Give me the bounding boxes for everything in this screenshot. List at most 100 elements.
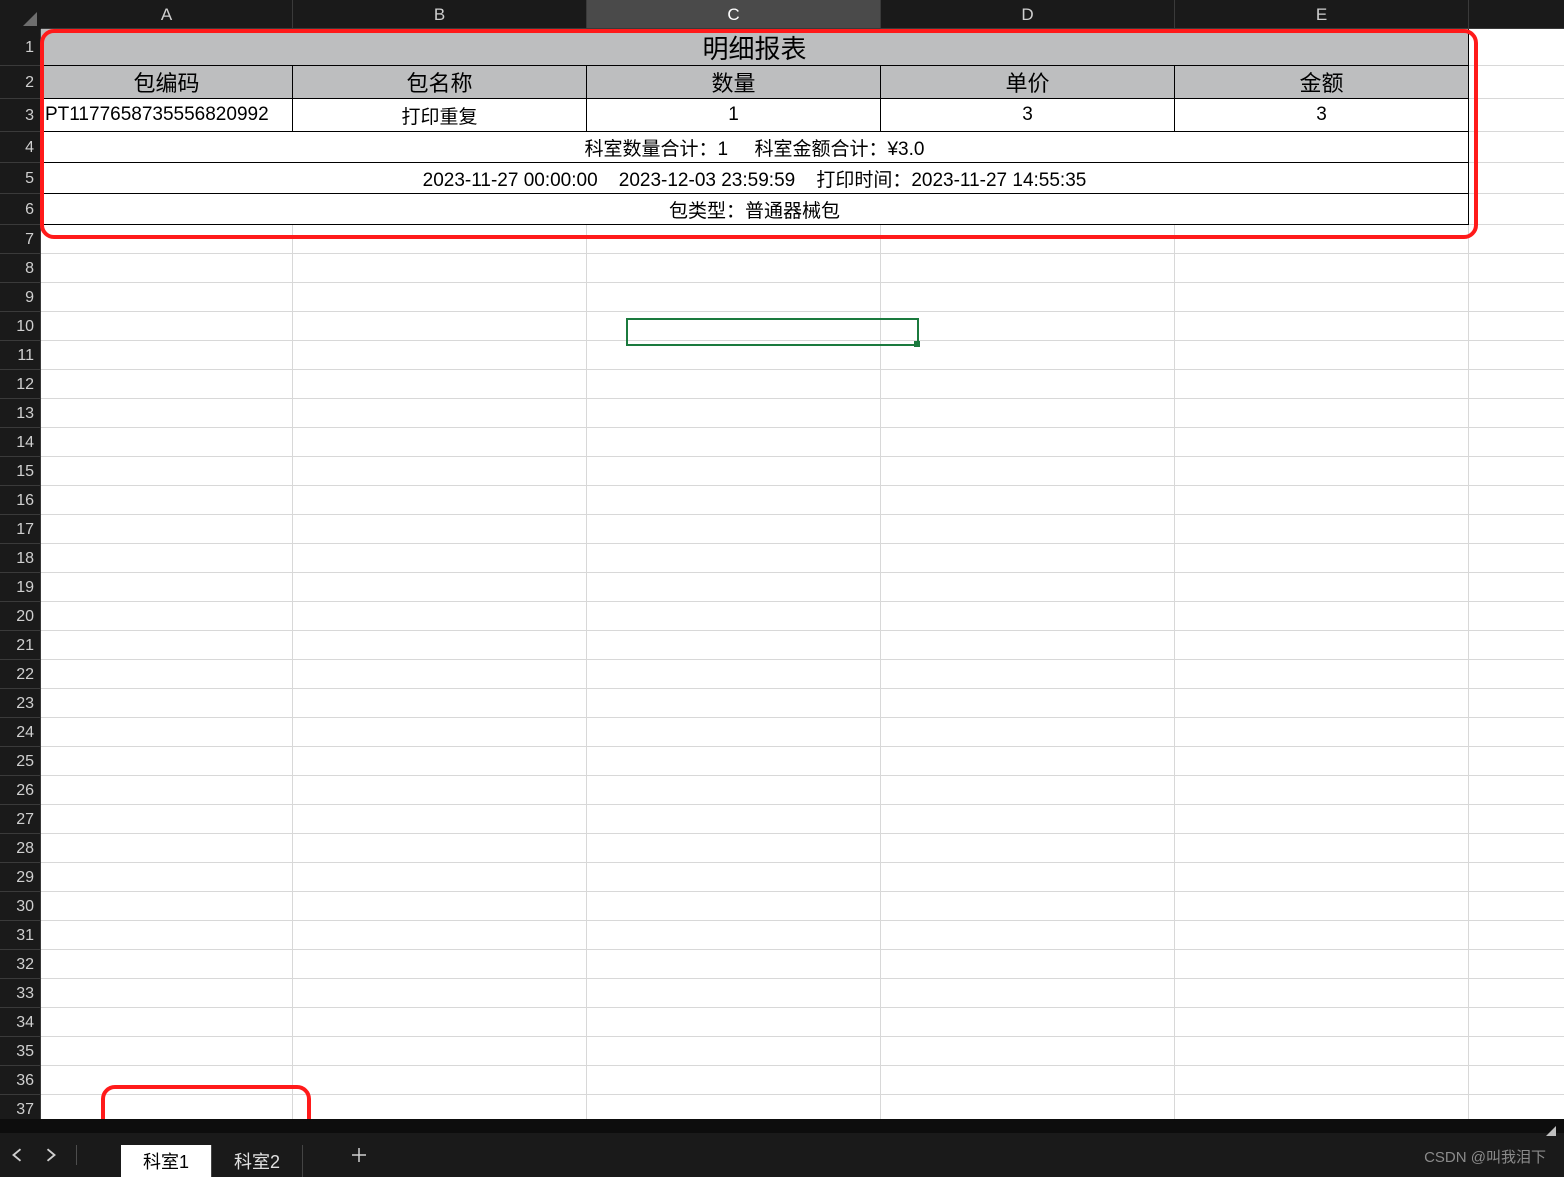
cell-E17[interactable] [1175,515,1469,544]
row-header-4[interactable]: 4 [0,132,41,163]
sheet-tab-2[interactable]: 科室2 [212,1145,303,1177]
cell-rest-13[interactable] [1469,399,1564,428]
cell-B12[interactable] [293,370,587,399]
cell-rest-34[interactable] [1469,1008,1564,1037]
cell-E33[interactable] [1175,979,1469,1008]
row-header-21[interactable]: 21 [0,631,41,660]
cell-rest-25[interactable] [1469,747,1564,776]
row-header-2[interactable]: 2 [0,66,41,99]
row-header-33[interactable]: 33 [0,979,41,1008]
cell-E12[interactable] [1175,370,1469,399]
cell-E15[interactable] [1175,457,1469,486]
cell-E27[interactable] [1175,805,1469,834]
cell-rest-24[interactable] [1469,718,1564,747]
cell-E8[interactable] [1175,254,1469,283]
cell-A33[interactable] [41,979,293,1008]
cell-D17[interactable] [881,515,1175,544]
cell-D20[interactable] [881,602,1175,631]
header-包名称[interactable]: 包名称 [293,66,587,99]
cell-E28[interactable] [1175,834,1469,863]
row-header-6[interactable]: 6 [0,194,41,225]
cell-E7[interactable] [1175,225,1469,254]
cell-empty[interactable] [1469,194,1564,225]
cell-A7[interactable] [41,225,293,254]
cell-empty[interactable] [1469,66,1564,99]
cell-E20[interactable] [1175,602,1469,631]
cell-E18[interactable] [1175,544,1469,573]
cell-C36[interactable] [587,1066,881,1095]
row-header-9[interactable]: 9 [0,283,41,312]
cell-D26[interactable] [881,776,1175,805]
cell-rest-18[interactable] [1469,544,1564,573]
cell-C14[interactable] [587,428,881,457]
cell-C12[interactable] [587,370,881,399]
tab-nav-prev[interactable] [0,1133,34,1177]
cell-rest-16[interactable] [1469,486,1564,515]
cell-D21[interactable] [881,631,1175,660]
cell-price[interactable]: 3 [881,99,1175,132]
row-header-7[interactable]: 7 [0,225,41,254]
col-header-C[interactable]: C [587,0,881,29]
cell-D8[interactable] [881,254,1175,283]
row-header-8[interactable]: 8 [0,254,41,283]
cell-E19[interactable] [1175,573,1469,602]
cell-rest-14[interactable] [1469,428,1564,457]
select-all-corner[interactable] [0,0,41,29]
cell-E35[interactable] [1175,1037,1469,1066]
cell-B20[interactable] [293,602,587,631]
cell-E29[interactable] [1175,863,1469,892]
cell-rest-17[interactable] [1469,515,1564,544]
tab-nav-next[interactable] [34,1133,68,1177]
cell-C17[interactable] [587,515,881,544]
add-sheet-button[interactable] [339,1139,379,1171]
row-header-32[interactable]: 32 [0,950,41,979]
cell-D27[interactable] [881,805,1175,834]
cell-E10[interactable] [1175,312,1469,341]
cell-C19[interactable] [587,573,881,602]
cell-C31[interactable] [587,921,881,950]
cell-D13[interactable] [881,399,1175,428]
cell-A34[interactable] [41,1008,293,1037]
cell-D31[interactable] [881,921,1175,950]
cell-A20[interactable] [41,602,293,631]
row-header-31[interactable]: 31 [0,921,41,950]
cell-rest-35[interactable] [1469,1037,1564,1066]
cell-A19[interactable] [41,573,293,602]
cell-D34[interactable] [881,1008,1175,1037]
header-包编码[interactable]: 包编码 [41,66,293,99]
cell-B17[interactable] [293,515,587,544]
row-header-16[interactable]: 16 [0,486,41,515]
cell-E13[interactable] [1175,399,1469,428]
cell-C16[interactable] [587,486,881,515]
cell-empty[interactable] [1469,99,1564,132]
options-handle-icon[interactable] [1546,1120,1556,1141]
cell-C35[interactable] [587,1037,881,1066]
row-header-20[interactable]: 20 [0,602,41,631]
cell-B21[interactable] [293,631,587,660]
cell-A32[interactable] [41,950,293,979]
cell-rest-15[interactable] [1469,457,1564,486]
cell-A23[interactable] [41,689,293,718]
cell-B25[interactable] [293,747,587,776]
cell-D14[interactable] [881,428,1175,457]
cell-A13[interactable] [41,399,293,428]
row-header-11[interactable]: 11 [0,341,41,370]
cell-D15[interactable] [881,457,1175,486]
cell-C22[interactable] [587,660,881,689]
cell-B11[interactable] [293,341,587,370]
cell-empty[interactable] [1469,132,1564,163]
cell-D25[interactable] [881,747,1175,776]
cell-B22[interactable] [293,660,587,689]
cell-D7[interactable] [881,225,1175,254]
row-header-23[interactable]: 23 [0,689,41,718]
cell-D29[interactable] [881,863,1175,892]
cell-D9[interactable] [881,283,1175,312]
cell-A8[interactable] [41,254,293,283]
cell-C13[interactable] [587,399,881,428]
cell-rest-27[interactable] [1469,805,1564,834]
cell-C7[interactable] [587,225,881,254]
cell-D30[interactable] [881,892,1175,921]
row-header-12[interactable]: 12 [0,370,41,399]
cell-rest-8[interactable] [1469,254,1564,283]
cell-C8[interactable] [587,254,881,283]
